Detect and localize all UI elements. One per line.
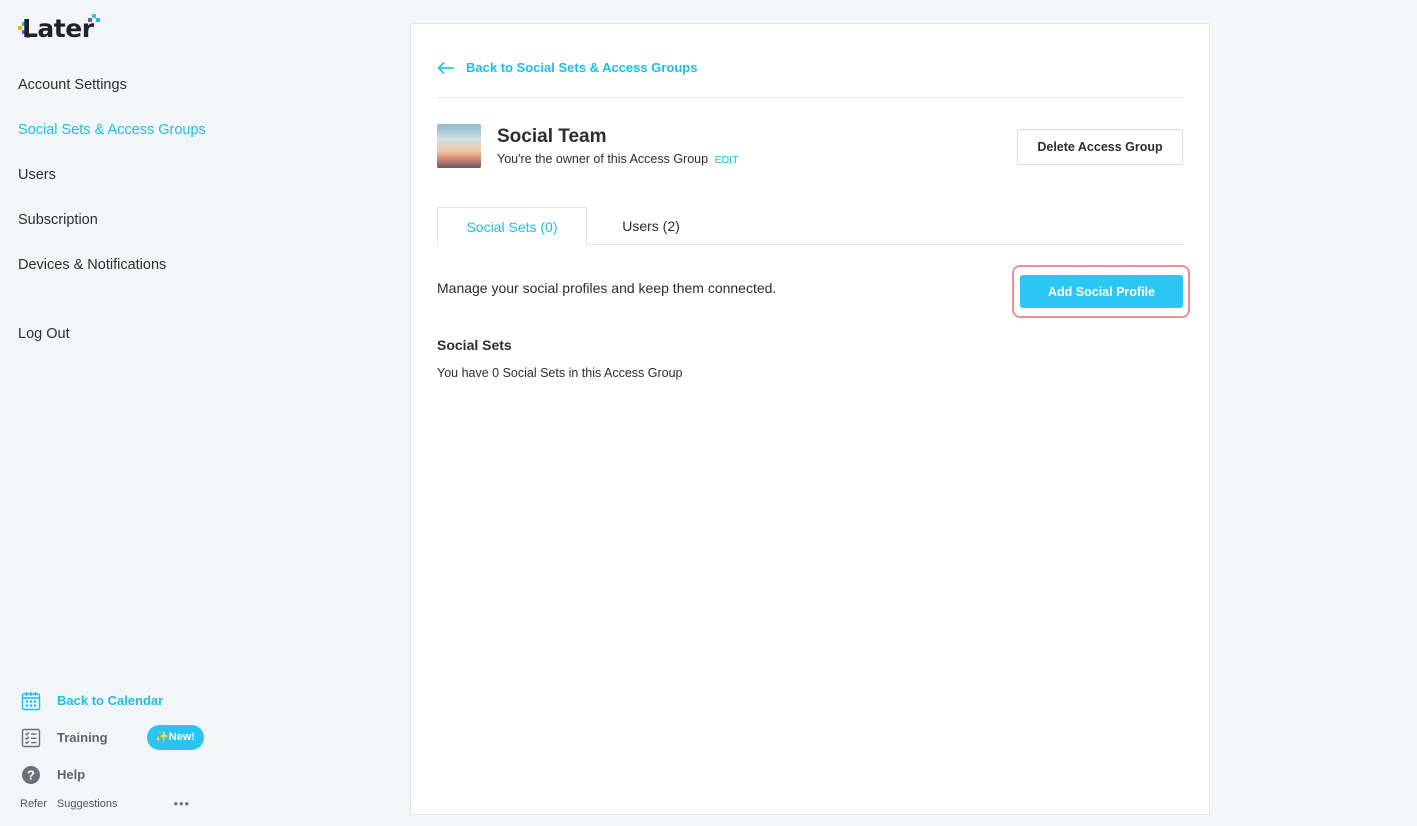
svg-text:?: ? <box>27 767 35 782</box>
training-link[interactable]: Training ✨New! <box>20 719 204 756</box>
back-link-label: Back to Social Sets & Access Groups <box>466 60 698 75</box>
question-circle-icon: ? <box>20 764 42 786</box>
suggestions-link[interactable]: Suggestions <box>57 798 118 810</box>
divider <box>437 97 1184 98</box>
later-logo[interactable]: Later <box>16 12 106 46</box>
delete-access-group-button[interactable]: Delete Access Group <box>1017 129 1183 165</box>
social-sets-count: You have 0 Social Sets in this Access Gr… <box>437 366 683 380</box>
group-avatar <box>437 124 481 168</box>
add-profile-highlight: Add Social Profile <box>1012 265 1190 318</box>
group-owner-text: You're the owner of this Access Group ED… <box>497 152 738 166</box>
settings-nav: Account Settings Social Sets & Access Gr… <box>18 75 206 300</box>
sidebar-item-users[interactable]: Users <box>18 165 206 210</box>
social-sets-heading: Social Sets <box>437 337 512 353</box>
sidebar-item-devices-notifications[interactable]: Devices & Notifications <box>18 255 206 300</box>
checklist-icon <box>20 727 42 749</box>
owner-subtitle: You're the owner of this Access Group <box>497 152 709 166</box>
refer-link[interactable]: Refer <box>20 798 47 810</box>
edit-group-link[interactable]: EDIT <box>715 154 739 166</box>
sidebar-footer: Refer Suggestions ••• <box>20 796 200 811</box>
tab-users[interactable]: Users (2) <box>587 207 715 245</box>
back-to-social-sets-link[interactable]: Back to Social Sets & Access Groups <box>437 60 697 75</box>
access-group-panel: Back to Social Sets & Access Groups Soci… <box>410 23 1210 815</box>
back-to-calendar-label: Back to Calendar <box>57 693 164 708</box>
logout-link[interactable]: Log Out <box>18 326 70 342</box>
sidebar-item-subscription[interactable]: Subscription <box>18 210 206 255</box>
logo-text: Later <box>22 14 94 43</box>
tab-bar: Social Sets (0) Users (2) <box>437 207 1184 246</box>
training-label: Training <box>57 730 108 745</box>
logo-pixel <box>96 18 100 22</box>
new-badge: ✨New! <box>147 725 204 750</box>
help-label: Help <box>57 767 86 782</box>
back-to-calendar-link[interactable]: Back to Calendar <box>20 682 163 719</box>
arrow-left-icon <box>437 61 454 74</box>
sidebar: Later Account Settings Social Sets & Acc… <box>0 0 410 826</box>
group-title: Social Team <box>497 126 607 147</box>
tab-social-sets[interactable]: Social Sets (0) <box>437 207 587 246</box>
more-options-icon[interactable]: ••• <box>173 796 190 811</box>
sidebar-bottom-links: Back to Calendar Training ✨New! ? Help <box>20 682 204 793</box>
calendar-icon <box>20 690 42 712</box>
sidebar-item-social-sets[interactable]: Social Sets & Access Groups <box>18 120 206 165</box>
help-link[interactable]: ? Help <box>20 756 163 793</box>
add-social-profile-button[interactable]: Add Social Profile <box>1020 275 1183 308</box>
sidebar-item-account-settings[interactable]: Account Settings <box>18 75 206 120</box>
manage-description: Manage your social profiles and keep the… <box>437 280 777 296</box>
